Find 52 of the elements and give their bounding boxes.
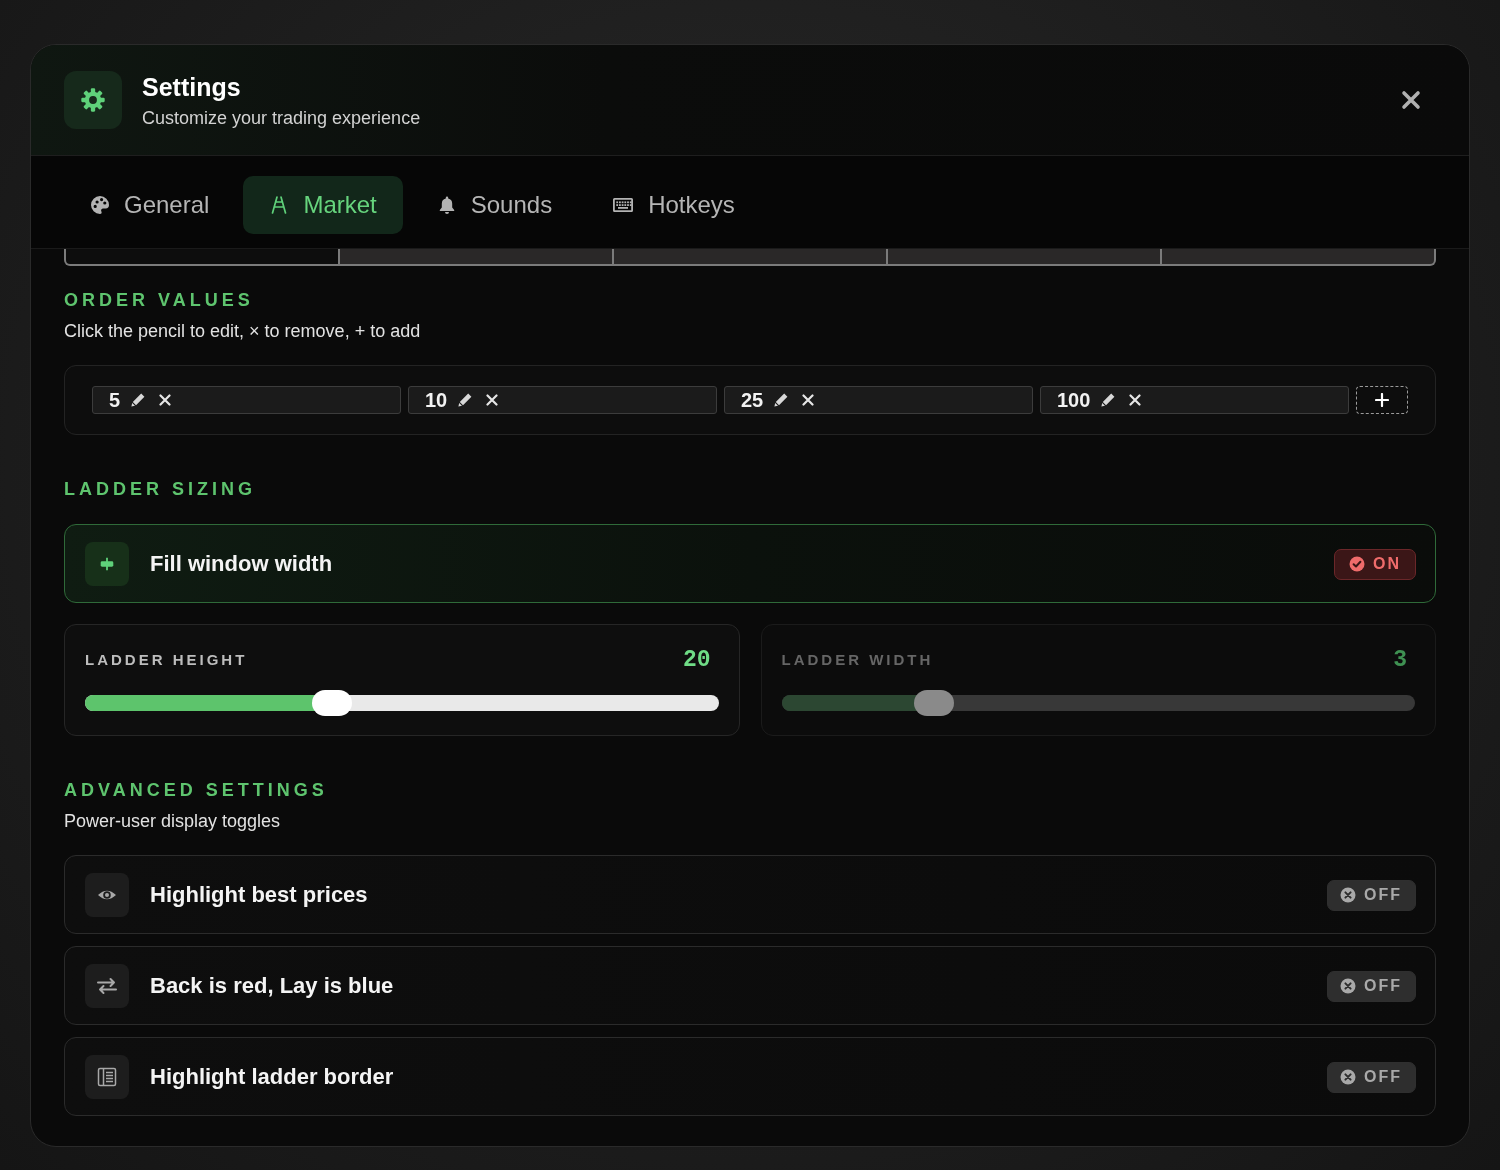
check-circle-icon: [1349, 556, 1365, 572]
palette-icon: [90, 195, 110, 215]
toggle-button[interactable]: OFF: [1327, 1061, 1416, 1093]
slider-value: 3: [1393, 649, 1407, 671]
toggle-label: Highlight ladder border: [150, 1064, 395, 1090]
toggle-button[interactable]: OFF: [1327, 970, 1416, 1002]
tab[interactable]: Market: [243, 176, 403, 234]
tab[interactable]: Hotkeys: [586, 176, 761, 234]
align-center-icon: [85, 542, 129, 586]
order-value: 100: [1057, 388, 1091, 412]
toggle-button[interactable]: OFF: [1327, 879, 1416, 911]
x-circle-icon: [1340, 887, 1356, 903]
section-heading: LADDER SIZING: [64, 478, 257, 500]
slider-label: LADDER WIDTH: [781, 650, 934, 670]
pencil-icon[interactable]: [130, 392, 147, 408]
toggle-label: Fill window width: [150, 551, 334, 577]
pencil-icon[interactable]: [457, 392, 474, 408]
add-button[interactable]: [1356, 386, 1408, 414]
order-value: 25: [741, 388, 764, 412]
tab[interactable]: General: [64, 176, 236, 234]
layout-icon: [85, 1055, 129, 1099]
toggle-label: Highlight best prices: [150, 882, 369, 908]
close-icon: [1401, 90, 1421, 110]
order-value: 5: [109, 388, 121, 412]
x-circle-icon: [1340, 978, 1356, 994]
pencil-icon[interactable]: [773, 392, 790, 408]
cross-icon[interactable]: [1129, 394, 1142, 406]
tab[interactable]: Sounds: [410, 176, 579, 234]
section-heading: ADVANCED SETTINGS: [64, 779, 329, 801]
section-description: Power-user display toggles: [64, 810, 282, 832]
gear-icon: [64, 71, 122, 129]
cross-icon[interactable]: [486, 394, 499, 406]
swap-arrows-icon: [85, 964, 129, 1008]
slider-label: LADDER HEIGHT: [85, 650, 248, 670]
toggle-label: Back is red, Lay is blue: [150, 973, 395, 999]
slider-thumb[interactable]: [312, 690, 353, 716]
section-description: Click the pencil to edit, × to remove, + to add: [64, 320, 422, 342]
pencil-icon[interactable]: [1100, 392, 1117, 408]
order-value: 10: [425, 388, 448, 412]
slider-value: 20: [682, 649, 711, 671]
dialog-title: Settings: [142, 71, 242, 102]
close-button[interactable]: [1401, 90, 1421, 110]
cross-icon[interactable]: [802, 394, 815, 406]
cross-icon[interactable]: [159, 394, 172, 406]
dialog-subtitle: Customize your trading experience: [142, 106, 422, 129]
slider-track[interactable]: [85, 690, 719, 716]
eye-icon: [85, 873, 129, 917]
keyboard-icon: [612, 197, 635, 213]
plus-icon: [1375, 393, 1389, 407]
section-heading: ORDER VALUES: [64, 289, 255, 311]
x-circle-icon: [1340, 1069, 1356, 1085]
toggle-button[interactable]: ON: [1334, 548, 1416, 580]
